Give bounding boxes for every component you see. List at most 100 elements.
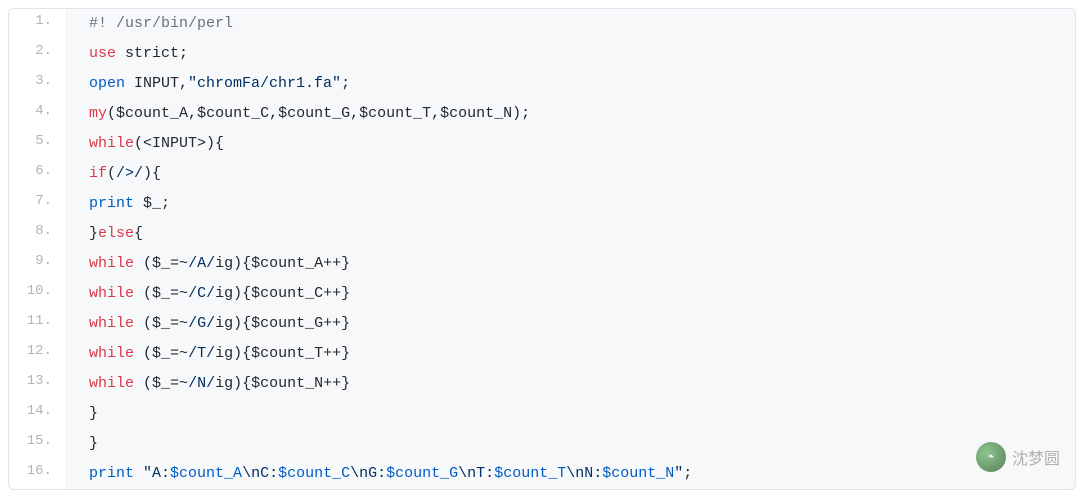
code-token: , [431, 105, 440, 122]
code-token: while [89, 345, 134, 362]
code-token: ( [134, 285, 152, 302]
code-token: C: [260, 465, 278, 482]
code-token: =~ [170, 285, 188, 302]
code-token: ( [134, 345, 152, 362]
code-token: , [350, 105, 359, 122]
code-token: \n [350, 465, 368, 482]
code-token: ++} [323, 285, 350, 302]
code-token: ig [215, 315, 233, 332]
code-token: /C/ [188, 285, 215, 302]
code-line: while ($_=~/G/ig){$count_G++} [67, 309, 1075, 339]
code-token: ig [215, 255, 233, 272]
code-line: print "A:$count_A\nC:$count_C\nG:$count_… [67, 459, 1075, 489]
code-token: } [89, 225, 98, 242]
code-token: "A: [143, 465, 170, 482]
line-number: 5. [9, 129, 67, 159]
code-token: $count_T [251, 345, 323, 362]
line-number: 12. [9, 339, 67, 369]
code-token: while [89, 375, 134, 392]
code-token: , [269, 105, 278, 122]
code-token: (<INPUT>){ [134, 135, 224, 152]
code-token: ; [161, 195, 170, 212]
code-row: 13.while ($_=~/N/ig){$count_N++} [9, 369, 1075, 399]
code-token: $count_C [251, 285, 323, 302]
code-block: 1.#! /usr/bin/perl2.use strict;3. open IN… [8, 8, 1076, 490]
line-number: 8. [9, 219, 67, 249]
code-token: "chromFa/chr1.fa" [188, 75, 341, 92]
code-token: strict [125, 45, 179, 62]
code-token: $count_T [494, 465, 566, 482]
code-token: $count_A [170, 465, 242, 482]
line-number: 10. [9, 279, 67, 309]
line-number: 14. [9, 399, 67, 429]
code-token: , [188, 105, 197, 122]
line-number: 7. [9, 189, 67, 219]
code-line: #! /usr/bin/perl [67, 9, 1075, 39]
code-token: my [89, 105, 107, 122]
code-token: if [89, 165, 107, 182]
line-number: 4. [9, 99, 67, 129]
line-number: 6. [9, 159, 67, 189]
code-token: $count_A [116, 105, 188, 122]
code-token [134, 465, 143, 482]
code-token: while [89, 135, 134, 152]
code-line: while ($_=~/C/ig){$count_C++} [67, 279, 1075, 309]
code-token [134, 195, 143, 212]
code-token: ( [134, 315, 152, 332]
code-token: ig [215, 345, 233, 362]
code-token: \n [458, 465, 476, 482]
code-token: ( [134, 375, 152, 392]
code-row: 15.} [9, 429, 1075, 459]
code-line: while ($_=~/T/ig){$count_T++} [67, 339, 1075, 369]
code-token: \n [242, 465, 260, 482]
code-token: $count_C [278, 465, 350, 482]
code-line: } [67, 399, 1075, 429]
code-token: $_ [152, 375, 170, 392]
code-token: ++} [323, 375, 350, 392]
line-number: 2. [9, 39, 67, 69]
code-row: 14.} [9, 399, 1075, 429]
code-token: while [89, 255, 134, 272]
code-row: 8.}else{ [9, 219, 1075, 249]
line-number: 3. [9, 69, 67, 99]
line-number: 15. [9, 429, 67, 459]
line-number: 1. [9, 9, 67, 39]
code-token: ig [215, 285, 233, 302]
code-token: $_ [152, 315, 170, 332]
code-line: if(/>/){ [67, 159, 1075, 189]
code-row: 3.open INPUT,"chromFa/chr1.fa"; [9, 69, 1075, 99]
code-token: print [89, 195, 134, 212]
code-token: ){ [233, 345, 251, 362]
code-token: else [98, 225, 134, 242]
code-row: 4.my($count_A,$count_C,$count_G,$count_T… [9, 99, 1075, 129]
code-row: 7.print $_; [9, 189, 1075, 219]
code-token: ++} [323, 255, 350, 272]
code-token: ++} [323, 345, 350, 362]
code-token [116, 45, 125, 62]
code-token: } [89, 435, 98, 452]
code-token: /A/ [188, 255, 215, 272]
code-token: ); [512, 105, 530, 122]
code-token: $count_G [386, 465, 458, 482]
code-token: G: [368, 465, 386, 482]
line-number: 16. [9, 459, 67, 489]
code-line: use strict; [67, 39, 1075, 69]
code-token: =~ [170, 315, 188, 332]
code-token: ; [683, 465, 692, 482]
code-row: 10.while ($_=~/C/ig){$count_C++} [9, 279, 1075, 309]
code-token: ++} [323, 315, 350, 332]
code-line: while ($_=~/N/ig){$count_N++} [67, 369, 1075, 399]
code-token: />/ [116, 165, 143, 182]
code-token: ; [179, 45, 188, 62]
code-token: N: [584, 465, 602, 482]
code-token: open [89, 75, 125, 92]
code-token: =~ [170, 345, 188, 362]
code-row: 16.print "A:$count_A\nC:$count_C\nG:$cou… [9, 459, 1075, 489]
code-line: } [67, 429, 1075, 459]
code-token: } [89, 405, 98, 422]
code-line: }else{ [67, 219, 1075, 249]
code-row: 5. while(<INPUT>){ [9, 129, 1075, 159]
code-token: $count_C [197, 105, 269, 122]
code-token: INPUT, [125, 75, 188, 92]
code-row: 2.use strict; [9, 39, 1075, 69]
